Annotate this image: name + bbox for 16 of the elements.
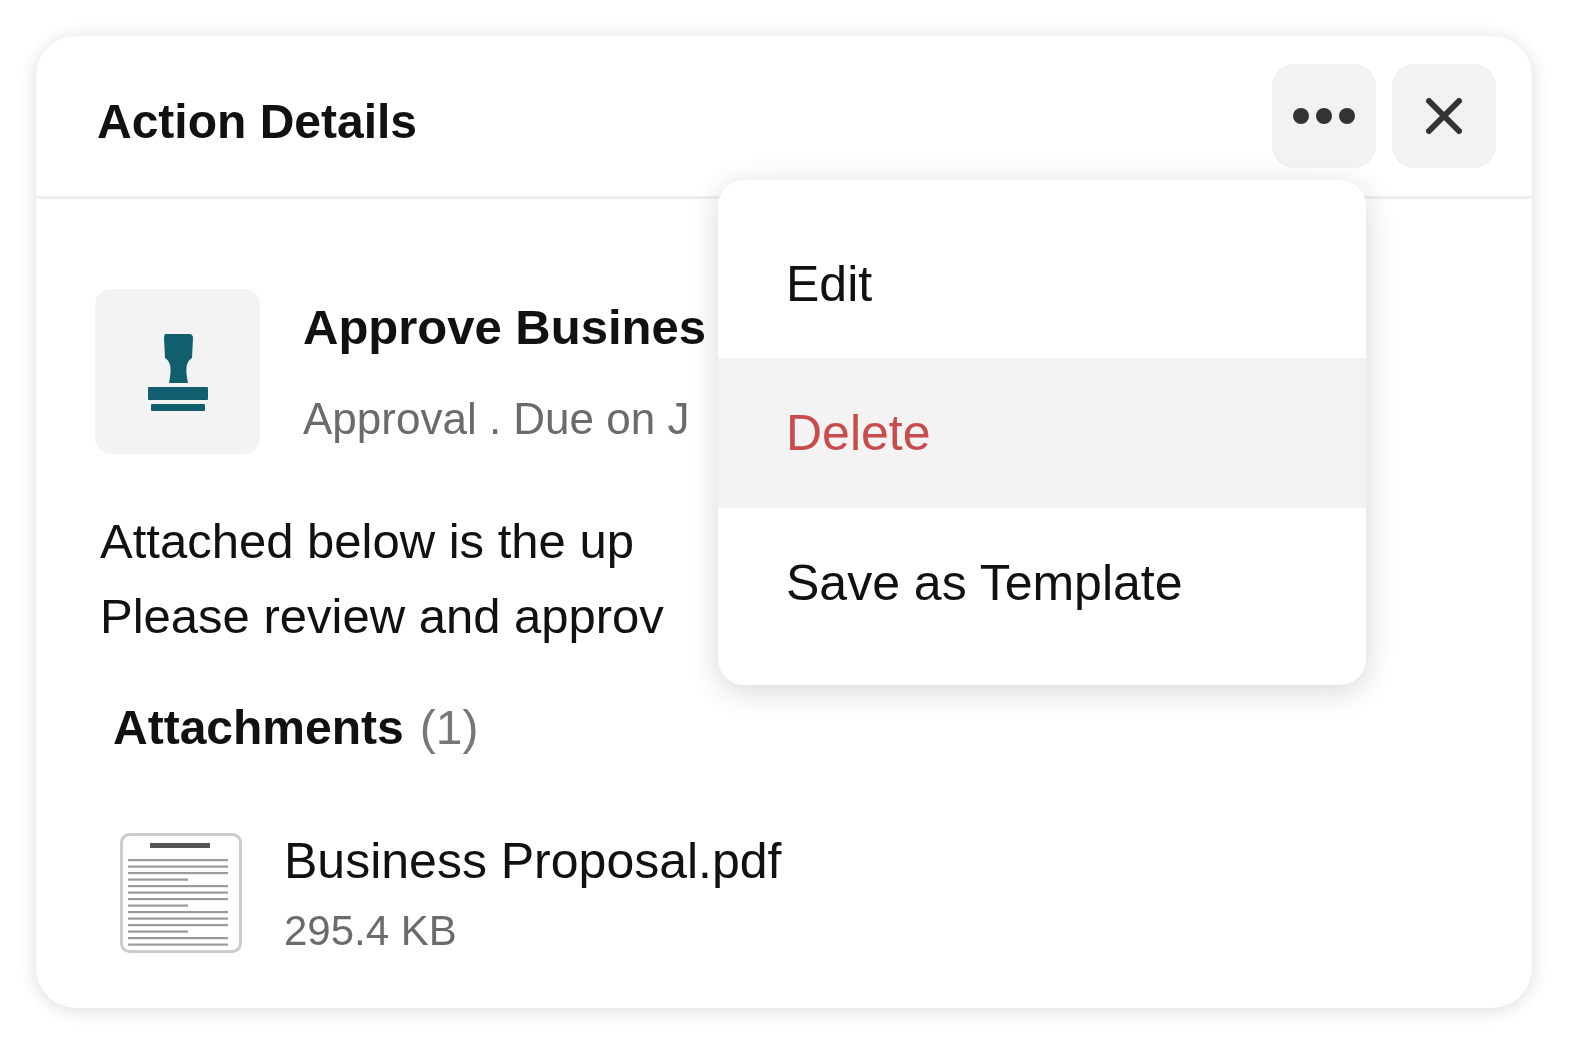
file-size: 295.4 KB <box>284 906 458 956</box>
stamp-icon <box>146 331 209 412</box>
action-subtitle: Approval . Due on J <box>303 393 691 446</box>
description: Attached below is the up Please review and approv <box>100 513 664 645</box>
menu-item[interactable]: Edit <box>718 180 1366 358</box>
more-icon <box>1292 107 1356 125</box>
action-title: Approve Busines <box>303 298 706 356</box>
attachments-count: (1) <box>419 700 479 756</box>
close-icon <box>1426 98 1462 134</box>
menu-item[interactable]: Save as Template <box>718 508 1366 658</box>
close-button[interactable] <box>1392 64 1496 168</box>
panel-title: Action Details <box>97 94 418 150</box>
attachments-heading: Attachments <box>113 700 404 756</box>
file-name[interactable]: Business Proposal.pdf <box>284 824 782 899</box>
more-button[interactable] <box>1272 64 1376 168</box>
menu-item[interactable]: Delete <box>718 358 1366 508</box>
